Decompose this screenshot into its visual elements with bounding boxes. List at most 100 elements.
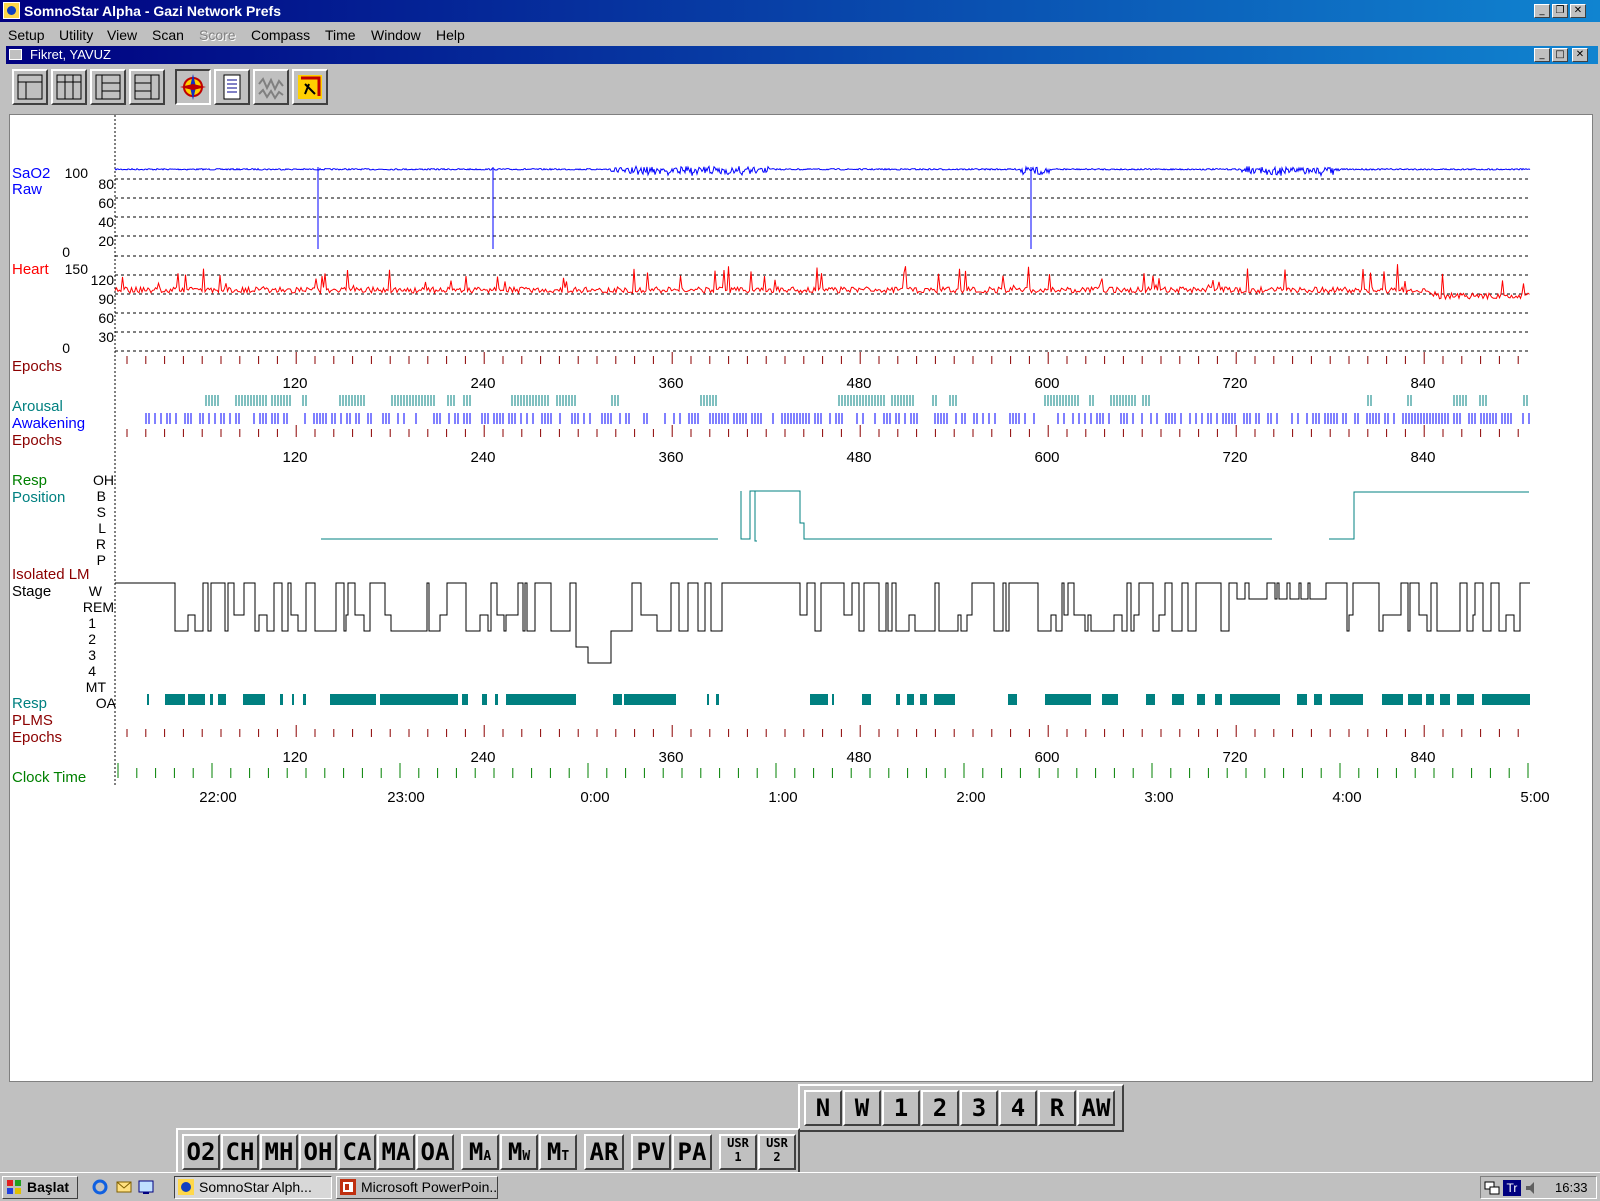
mark-event-icon — [298, 75, 322, 99]
position-axis-r: R — [95, 536, 106, 552]
event-ch-button[interactable]: CH — [221, 1134, 259, 1170]
resp-event-mark — [1314, 694, 1322, 705]
position-axis-oh: OH — [93, 472, 114, 488]
stage-axis-1: 1 — [88, 615, 96, 631]
stage-aw-button[interactable]: AW — [1077, 1090, 1115, 1126]
resp-event-mark — [1440, 694, 1450, 705]
epoch-tick: 600 — [1034, 749, 1060, 766]
resp-event-mark — [1482, 694, 1530, 705]
resp-event-mark — [920, 694, 927, 705]
resp-event-mark — [716, 694, 719, 705]
layout-columns-icon — [56, 74, 82, 100]
layout-grid-button[interactable] — [12, 69, 48, 105]
menu-time[interactable]: Time — [325, 27, 356, 43]
task-label: SomnoStar Alph... — [199, 1179, 312, 1195]
event-pa-button[interactable]: PA — [672, 1134, 712, 1170]
stage-1-button[interactable]: 1 — [882, 1090, 920, 1126]
resp-event-mark — [1408, 694, 1422, 705]
task-somnostar[interactable]: SomnoStar Alph... — [174, 1176, 332, 1199]
restore-button[interactable]: ❐ — [1552, 4, 1568, 18]
stage-n-button[interactable]: N — [804, 1090, 842, 1126]
resp-event-mark — [1330, 694, 1363, 705]
menu-compass[interactable]: Compass — [251, 27, 310, 43]
stage-axis-4: 4 — [88, 663, 96, 679]
epoch-tick: 240 — [470, 749, 496, 766]
body-position-trace — [321, 490, 1529, 542]
stage-3-button[interactable]: 3 — [960, 1090, 998, 1126]
volume-icon[interactable] — [1524, 1180, 1540, 1196]
outlook-express-icon[interactable] — [116, 1179, 132, 1195]
start-button[interactable]: Başlat — [2, 1176, 78, 1199]
mark-event-button[interactable] — [292, 69, 328, 105]
menu-score[interactable]: Score — [199, 27, 236, 43]
resp-event-mark — [810, 694, 828, 705]
epoch-tick: 840 — [1410, 749, 1436, 766]
layout-rows-button[interactable] — [90, 69, 126, 105]
epoch-tick: 720 — [1222, 375, 1248, 392]
resp-event-mark — [1172, 694, 1184, 705]
epoch-tick: 480 — [846, 449, 872, 466]
internet-explorer-icon[interactable] — [92, 1179, 108, 1195]
event-mt-button[interactable]: MT — [539, 1134, 577, 1170]
event-mw-button[interactable]: MW — [500, 1134, 538, 1170]
event-ma-button[interactable]: MA — [377, 1134, 415, 1170]
menu-utility[interactable]: Utility — [59, 27, 93, 43]
resp-event-mark — [243, 694, 265, 705]
layout-columns-button[interactable] — [51, 69, 87, 105]
position-axis-l: L — [98, 520, 106, 536]
event-mh-button[interactable]: MH — [260, 1134, 298, 1170]
epoch-tick: 600 — [1034, 449, 1060, 466]
resp-event-mark — [896, 694, 900, 705]
task-powerpoint[interactable]: Microsoft PowerPoin... — [336, 1176, 498, 1199]
event-usr2-button[interactable]: USR 2 — [758, 1134, 796, 1170]
event-usr1-button[interactable]: USR 1 — [719, 1134, 757, 1170]
event-oa-button[interactable]: OA — [416, 1134, 454, 1170]
compass-view-button[interactable] — [175, 69, 211, 105]
child-maximize-button[interactable]: □ — [1552, 48, 1568, 62]
resp-event-mark — [330, 694, 376, 705]
report-icon — [223, 74, 241, 100]
minimize-button[interactable]: _ — [1534, 4, 1550, 18]
resp-event-mark — [1008, 694, 1017, 705]
event-oh-button[interactable]: OH — [299, 1134, 337, 1170]
epoch-tick: 360 — [658, 749, 684, 766]
waveform-button[interactable] — [253, 69, 289, 105]
resp-event-mark — [707, 694, 709, 705]
clock-tick: 22:00 — [199, 789, 237, 806]
network-icon[interactable] — [1484, 1180, 1500, 1196]
event-pv-button[interactable]: PV — [631, 1134, 671, 1170]
menu-scan[interactable]: Scan — [152, 27, 184, 43]
resp-event-mark — [1230, 694, 1280, 705]
event-ca-button[interactable]: CA — [338, 1134, 376, 1170]
stage-4-button[interactable]: 4 — [999, 1090, 1037, 1126]
sao2-axis-60: 60 — [98, 195, 114, 211]
epoch-tick: 120 — [282, 749, 308, 766]
menu-window[interactable]: Window — [371, 27, 421, 43]
menu-view[interactable]: View — [107, 27, 137, 43]
epoch-tick: 360 — [658, 449, 684, 466]
resp-event-mark — [1382, 694, 1403, 705]
event-ma-button[interactable]: MA — [461, 1134, 499, 1170]
layout-split-button[interactable] — [129, 69, 165, 105]
task-label: Microsoft PowerPoin... — [361, 1179, 498, 1195]
heart-axis-0: 0 — [62, 340, 70, 356]
event-o2-button[interactable]: O2 — [182, 1134, 220, 1170]
child-close-button[interactable]: ✕ — [1572, 48, 1588, 62]
menu-help[interactable]: Help — [436, 27, 465, 43]
system-tray: Tr 16:33 — [1480, 1176, 1597, 1199]
language-indicator[interactable]: Tr — [1503, 1180, 1521, 1196]
resp-events-label: Resp — [12, 695, 48, 712]
menu-setup[interactable]: Setup — [8, 27, 45, 43]
event-ar-button[interactable]: AR — [584, 1134, 624, 1170]
show-desktop-icon[interactable] — [138, 1179, 154, 1195]
hypnogram-plot-area[interactable]: SaO2 Raw 100 80 60 40 20 0 Heart 150 120… — [9, 114, 1593, 1082]
stage-w-button[interactable]: W — [843, 1090, 881, 1126]
heart-axis-30: 30 — [98, 329, 114, 345]
resp-event-mark — [1215, 694, 1222, 705]
child-minimize-button[interactable]: _ — [1534, 48, 1550, 62]
report-button[interactable] — [214, 69, 250, 105]
stage-2-button[interactable]: 2 — [921, 1090, 959, 1126]
menu-bar: Setup Utility View Scan Score Compass Ti… — [0, 22, 1600, 46]
stage-rem-button[interactable]: R — [1038, 1090, 1076, 1126]
close-button[interactable]: ✕ — [1570, 4, 1586, 18]
